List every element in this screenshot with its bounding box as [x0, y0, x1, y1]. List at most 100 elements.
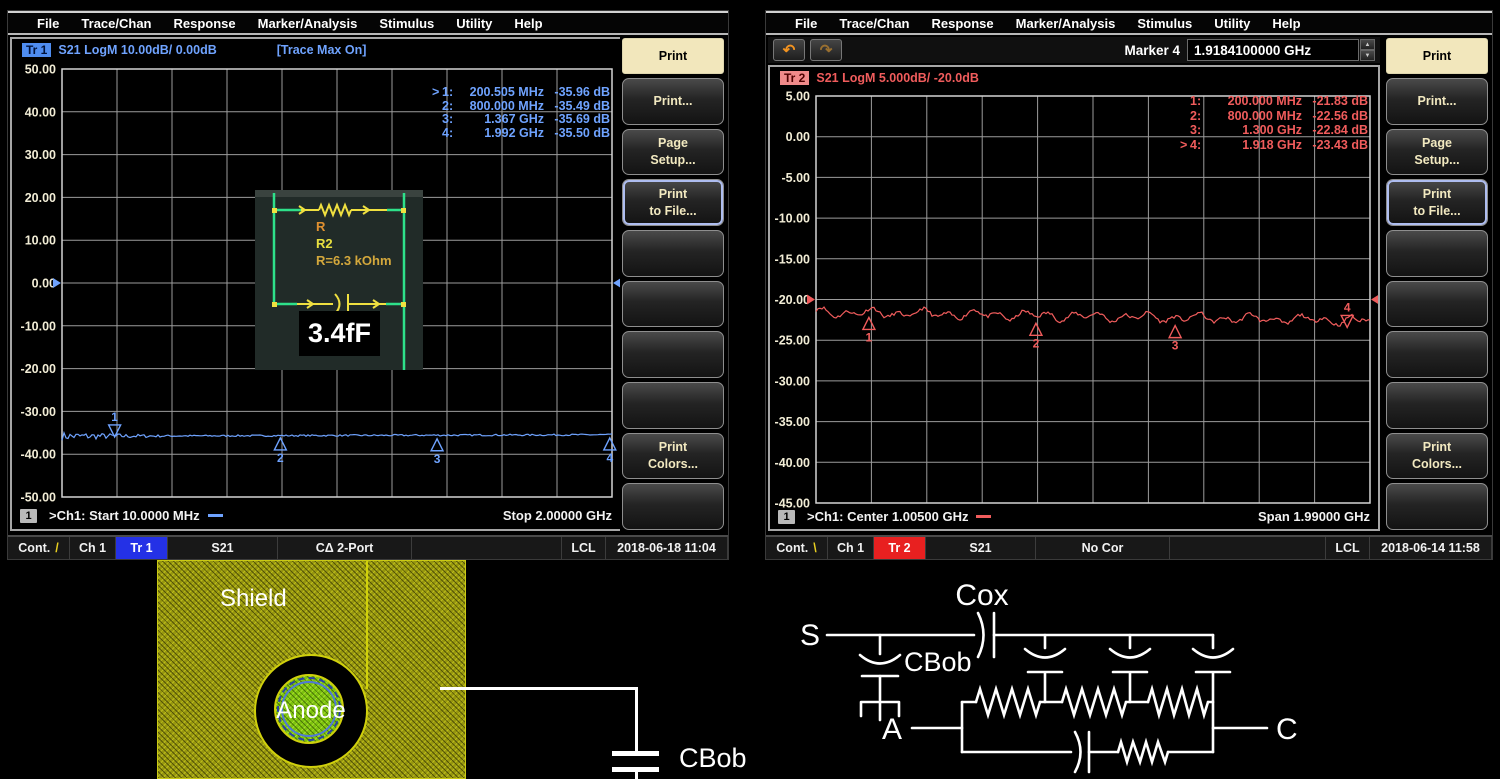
y-axis-label: -30.00: [21, 405, 56, 419]
undo-button[interactable]: ↶: [773, 39, 805, 61]
softkey-blank[interactable]: [1386, 281, 1488, 328]
shield-wire: [635, 772, 638, 779]
marker-3-number: 3: [1172, 339, 1179, 353]
menu-item-file[interactable]: File: [784, 16, 828, 31]
marker-value: -21.83 dB: [1302, 94, 1368, 109]
shield-wire: [635, 687, 638, 753]
sweep-start-label: >Ch1: Start 10.0000 MHz: [49, 508, 200, 523]
marker-readout: 1:200.000 MHz-21.83 dB2:800.000 MHz-22.5…: [1180, 94, 1368, 152]
status-ch-1: Ch 1: [70, 537, 116, 559]
marker-row-2: 2:800.000 MHz-22.56 dB: [1180, 109, 1368, 124]
softkey-print-to-file-[interactable]: Printto File...: [1386, 179, 1488, 226]
menu-item-file[interactable]: File: [26, 16, 70, 31]
toolbar: ↶ ↷ Marker 4 1.9184100000 GHz ▲ ▼: [768, 37, 1380, 63]
y-axis-label: -15.00: [775, 252, 810, 266]
marker-number: 2:: [442, 100, 464, 114]
menu-item-utility[interactable]: Utility: [1203, 16, 1261, 31]
marker-4-number: 4: [606, 451, 613, 465]
trace-badge[interactable]: Tr 1: [22, 43, 51, 57]
menu-item-response[interactable]: Response: [163, 16, 247, 31]
softkey-blank[interactable]: [622, 331, 724, 378]
marker-frequency: 1.918 GHz: [1212, 138, 1302, 153]
softkey-print[interactable]: Print: [1386, 38, 1488, 74]
analyzer-screen: 50.0040.0030.0020.0010.000.00-10.00-20.0…: [10, 37, 622, 531]
marker-value: -23.43 dB: [1302, 138, 1368, 153]
y-axis-label: -40.00: [775, 456, 810, 470]
softkey-print-[interactable]: Print...: [622, 78, 724, 125]
marker-value: -35.50 dB: [544, 127, 610, 141]
softkey-print-[interactable]: Print...: [1386, 78, 1488, 125]
marker-2-number: 2: [277, 451, 284, 465]
softkey-print[interactable]: Print: [622, 38, 724, 74]
softkey-page-setup-[interactable]: PageSetup...: [622, 129, 724, 176]
y-axis-label: -35.00: [775, 415, 810, 429]
softkey-blank[interactable]: [622, 281, 724, 328]
status-cont-: Cont./: [8, 537, 70, 559]
status-lcl: LCL: [1326, 537, 1370, 559]
marker-2-icon: [1030, 323, 1042, 335]
menu-item-stimulus[interactable]: Stimulus: [368, 16, 445, 31]
trace-color-dash: [208, 514, 223, 517]
menu-item-help[interactable]: Help: [1261, 16, 1311, 31]
desktop: { "left_vna": { "menu": ["File","Trace/C…: [0, 0, 1500, 779]
marker-frequency: 800.000 MHz: [1212, 109, 1302, 124]
softkey-blank[interactable]: [1386, 331, 1488, 378]
menu-item-stimulus[interactable]: Stimulus: [1126, 16, 1203, 31]
softkey-page-setup-[interactable]: PageSetup...: [1386, 129, 1488, 176]
menu-item-markeranalysis[interactable]: Marker/Analysis: [1005, 16, 1127, 31]
y-axis-label: 20.00: [25, 191, 56, 205]
trace-badge[interactable]: Tr 2: [780, 71, 809, 85]
trace-format-label: S21 LogM 10.00dB/ 0.00dB: [58, 43, 216, 57]
menu-item-markeranalysis[interactable]: Marker/Analysis: [247, 16, 369, 31]
marker-value: -22.56 dB: [1302, 109, 1368, 124]
step-down-icon[interactable]: ▼: [1360, 50, 1375, 61]
softkey-print-colors-[interactable]: PrintColors...: [1386, 433, 1488, 480]
marker-3-icon: [1169, 326, 1181, 338]
marker-frequency: 1.367 GHz: [464, 113, 544, 127]
y-axis-label: -50.00: [21, 491, 56, 505]
shield-layout-figure: Shield Anode: [157, 560, 466, 779]
status-tr-2: Tr 2: [874, 537, 926, 559]
resistor-icon: [1118, 742, 1168, 762]
marker-row-3: 3:1.300 GHz-22.84 dB: [1180, 123, 1368, 138]
softkey-blank[interactable]: [622, 483, 724, 530]
y-axis-label: -10.00: [21, 319, 56, 333]
trace-header: Tr 1 S21 LogM 10.00dB/ 0.00dB [Trace Max…: [22, 42, 366, 57]
marker-row-3: 3:1.367 GHz-35.69 dB: [432, 113, 610, 127]
softkey-blank[interactable]: [622, 382, 724, 429]
menu-item-response[interactable]: Response: [921, 16, 1005, 31]
shield-wire: [440, 687, 638, 690]
menu-item-help[interactable]: Help: [503, 16, 553, 31]
menu-item-tracechan[interactable]: Trace/Chan: [828, 16, 920, 31]
cox-label: Cox: [955, 579, 1008, 612]
marker-4-icon: [604, 438, 616, 450]
softkey-blank[interactable]: [1386, 483, 1488, 530]
y-axis-label: -40.00: [21, 448, 56, 462]
resistor-ref-label: R: [316, 219, 325, 234]
sweep-center-label: >Ch1: Center 1.00500 GHz: [807, 509, 968, 524]
marker-stepper[interactable]: ▲ ▼: [1360, 39, 1375, 61]
active-marker-indicator: [432, 100, 442, 114]
softkey-print-to-file-[interactable]: Printto File...: [622, 179, 724, 226]
softkey-blank[interactable]: [1386, 382, 1488, 429]
softkey-blank[interactable]: [1386, 230, 1488, 277]
redo-icon: ↷: [820, 43, 833, 58]
active-marker-indicator: >: [1180, 138, 1190, 153]
marker-frequency: 200.000 MHz: [1212, 94, 1302, 109]
shunt-capacitor-icon: [1025, 635, 1065, 702]
menubar: FileTrace/ChanResponseMarker/AnalysisSti…: [766, 13, 1492, 35]
softkey-print-colors-[interactable]: PrintColors...: [622, 433, 724, 480]
status-2018-06-14-11-58: 2018-06-14 11:58: [1370, 537, 1492, 559]
marker-2-number: 2: [1033, 336, 1040, 350]
y-axis-label: -20.00: [775, 293, 810, 307]
active-marker-indicator: [1180, 123, 1190, 138]
menu-item-tracechan[interactable]: Trace/Chan: [70, 16, 162, 31]
marker-frequency-input[interactable]: 1.9184100000 GHz: [1187, 39, 1359, 61]
menu-item-utility[interactable]: Utility: [445, 16, 503, 31]
channel-box: 1: [778, 510, 795, 524]
marker-value: -35.69 dB: [544, 113, 610, 127]
redo-button[interactable]: ↷: [810, 39, 842, 61]
step-up-icon[interactable]: ▲: [1360, 39, 1375, 50]
trace-color-dash: [976, 515, 991, 518]
softkey-blank[interactable]: [622, 230, 724, 277]
